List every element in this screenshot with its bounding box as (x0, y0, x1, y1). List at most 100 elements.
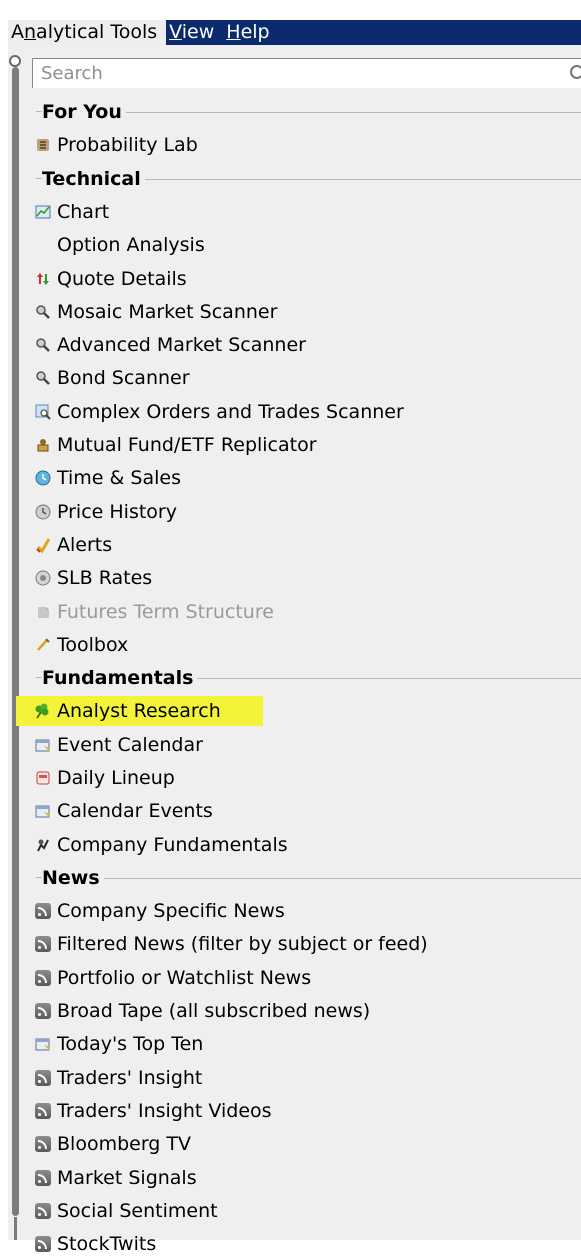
futures-icon (34, 603, 51, 620)
menu-item-chart[interactable]: Chart (22, 195, 581, 228)
rss-icon (34, 1002, 51, 1019)
menu-item-time-sales[interactable]: Time & Sales (22, 461, 581, 494)
rss-icon (34, 902, 51, 919)
rss-icon (34, 935, 51, 952)
price-history-icon (34, 503, 51, 520)
toolbox-icon (34, 636, 51, 653)
menu-item-bond-scanner[interactable]: Bond Scanner (22, 361, 581, 394)
menu-item-portfolio-or-watchlist-news[interactable]: Portfolio or Watchlist News (22, 961, 581, 994)
menu-label-post: iew (181, 21, 215, 43)
section-divider (144, 179, 581, 180)
scroll-up-button[interactable] (9, 55, 21, 67)
menu-item-label: Mosaic Market Scanner (57, 300, 278, 323)
scrollbar-track (14, 1217, 17, 1240)
menu-item-label: Company Specific News (57, 899, 285, 922)
menu-item-label: Toolbox (57, 633, 129, 656)
menu-item-market-signals[interactable]: Market Signals (22, 1161, 581, 1194)
menu-item-complex-orders-and-trades-scanner[interactable]: Complex Orders and Trades Scanner (22, 395, 581, 428)
menu-item-label: Event Calendar (57, 733, 203, 756)
menu-item-label: Bloomberg TV (57, 1132, 192, 1155)
section-divider (36, 677, 42, 678)
menu-item-analyst-research[interactable]: Analyst Research (16, 694, 581, 727)
fundamentals-icon (34, 836, 51, 853)
menu-item-label: Quote Details (57, 267, 187, 290)
menu-item-futures-term-structure: Futures Term Structure (22, 595, 581, 628)
menu-item-company-fundamentals[interactable]: Company Fundamentals (22, 828, 581, 861)
menu-item-label: Calendar Events (57, 799, 213, 822)
rss-icon (34, 1202, 51, 1219)
menu-item-quote-details[interactable]: Quote Details (22, 262, 581, 295)
menu-item-advanced-market-scanner[interactable]: Advanced Market Scanner (22, 328, 581, 361)
menu-item-social-sentiment[interactable]: Social Sentiment (22, 1194, 581, 1227)
search-input[interactable] (33, 59, 561, 87)
scrollbar[interactable] (9, 55, 21, 1240)
section-header-for-you: For You (22, 95, 581, 128)
menu-item-mosaic-market-scanner[interactable]: Mosaic Market Scanner (22, 295, 581, 328)
menu-item-label: Traders' Insight (57, 1066, 203, 1089)
clover-icon (34, 702, 51, 719)
menu-item-label: Price History (57, 500, 177, 523)
menu-view[interactable]: View (166, 20, 223, 45)
menu-item-label: Option Analysis (57, 233, 205, 256)
menu-mnemonic: V (169, 21, 182, 43)
daily-lineup-icon (34, 769, 51, 786)
menu-help[interactable]: Help (223, 20, 278, 45)
menu-item-label: Probability Lab (57, 133, 198, 156)
menu-item-traders-insight-videos[interactable]: Traders' Insight Videos (22, 1094, 581, 1127)
replicator-icon (34, 436, 51, 453)
menu-item-label: Broad Tape (all subscribed news) (57, 999, 371, 1022)
menu-item-probability-lab[interactable]: Probability Lab (22, 128, 581, 161)
menu-item-event-calendar[interactable]: Event Calendar (22, 728, 581, 761)
rss-icon (34, 969, 51, 986)
menu-item-label: Filtered News (filter by subject or feed… (57, 932, 428, 955)
menu-mnemonic: n (24, 21, 37, 43)
menu-item-label: Traders' Insight Videos (57, 1099, 272, 1122)
menu-item-alerts[interactable]: Alerts (22, 528, 581, 561)
section-header-fundamentals: Fundamentals (22, 661, 581, 694)
menu-item-slb-rates[interactable]: SLB Rates (22, 561, 581, 594)
calendar-icon (34, 736, 51, 753)
menu-item-label: Social Sentiment (57, 1199, 218, 1222)
menu-item-bloomberg-tv[interactable]: Bloomberg TV (22, 1127, 581, 1160)
section-divider (103, 878, 581, 879)
section-divider (36, 877, 42, 878)
menu-item-company-specific-news[interactable]: Company Specific News (22, 894, 581, 927)
menu-item-toolbox[interactable]: Toolbox (22, 628, 581, 661)
menu-item-label: Portfolio or Watchlist News (57, 966, 312, 989)
rss-icon (34, 1069, 51, 1086)
menu-label-post: elp (240, 21, 270, 43)
search-icon[interactable] (564, 59, 581, 89)
section-title: Fundamentals (42, 666, 194, 689)
menu-mnemonic: H (226, 21, 241, 43)
menu-item-label: Company Fundamentals (57, 833, 288, 856)
menu-item-label: Market Signals (57, 1166, 197, 1189)
menu-item-broad-tape-all-subscribed-news[interactable]: Broad Tape (all subscribed news) (22, 994, 581, 1027)
alert-icon (34, 536, 51, 553)
scanner-icon (34, 303, 51, 320)
section-divider (36, 178, 42, 179)
scrollbar-thumb[interactable] (12, 67, 19, 1216)
menu-item-traders-insight[interactable]: Traders' Insight (22, 1061, 581, 1094)
menu-item-option-analysis[interactable]: Option Analysis (22, 228, 581, 261)
complex-scanner-icon (34, 403, 51, 420)
menu-label-pre: A (11, 21, 24, 43)
calendar-icon (34, 1035, 51, 1052)
menu-item-filtered-news-filter-by-subject-or-feed[interactable]: Filtered News (filter by subject or feed… (22, 927, 581, 960)
menu-item-calendar-events[interactable]: Calendar Events (22, 794, 581, 827)
rss-icon (34, 1169, 51, 1186)
calendar-icon (34, 802, 51, 819)
menu-item-mutual-fund-etf-replicator[interactable]: Mutual Fund/ETF Replicator (22, 428, 581, 461)
menu-item-stocktwits[interactable]: StockTwits (22, 1227, 581, 1260)
search-box (32, 58, 581, 88)
up-down-arrows-icon (34, 270, 51, 287)
section-header-technical: Technical (22, 162, 581, 195)
menu-item-label: Mutual Fund/ETF Replicator (57, 433, 317, 456)
menu-analytical-tools[interactable]: Analytical Tools (8, 20, 167, 45)
menu-item-label: Bond Scanner (57, 366, 190, 389)
menu-item-daily-lineup[interactable]: Daily Lineup (22, 761, 581, 794)
rss-icon (34, 1235, 51, 1252)
scanner-icon (34, 369, 51, 386)
menu-item-price-history[interactable]: Price History (22, 495, 581, 528)
rss-icon (34, 1102, 51, 1119)
menu-item-today-s-top-ten[interactable]: Today's Top Ten (22, 1027, 581, 1060)
